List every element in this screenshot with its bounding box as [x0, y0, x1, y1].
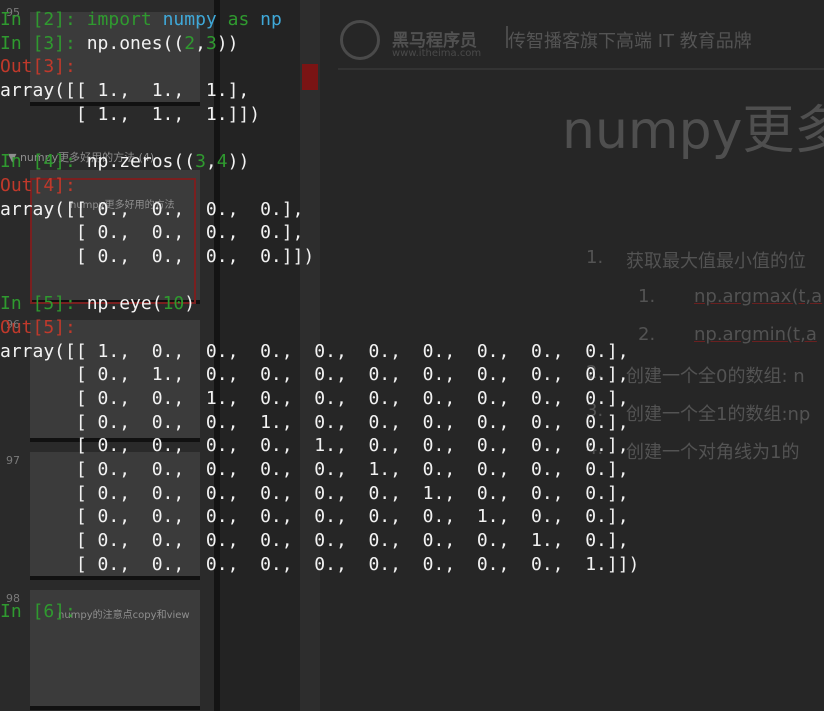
- code-token: ,: [195, 32, 206, 54]
- code-token: ,: [205, 151, 217, 173]
- output-line: [ 0., 0., 0., 0., 0., 0., 0., 0., 1., 0.…: [0, 530, 629, 552]
- input-prompt: In [3]:: [0, 32, 76, 54]
- input-prompt: In [6]:: [0, 601, 76, 623]
- input-prompt: In [5]:: [0, 293, 76, 315]
- bullet-number: 1.: [638, 286, 656, 307]
- input-line: In [6]:: [0, 600, 639, 624]
- bullet-text: 创建一个全1的数组:np: [626, 404, 811, 425]
- bullet-text: np.argmax(t,a: [694, 286, 823, 307]
- code-token: np.ones((: [86, 32, 185, 54]
- code-token: as: [227, 9, 250, 30]
- output-prompt: Out[3]:: [0, 56, 76, 78]
- output-line: [ 0., 0., 0., 0., 0., 0., 0., 0., 0., 1.…: [0, 553, 640, 575]
- output-line: [ 0., 1., 0., 0., 0., 0., 0., 0., 0., 0.…: [0, 364, 629, 386]
- code-token: np.eye(: [86, 293, 163, 315]
- bullet-number: 2.: [638, 324, 656, 345]
- code-token: 4: [216, 151, 228, 173]
- output-line: array([[ 0., 0., 0., 0.],: [0, 198, 304, 220]
- output-line: [ 0., 0., 0., 0.]]): [0, 245, 315, 267]
- bullet-text: 创建一个全0的数组: n: [626, 366, 805, 387]
- output-prompt: Out[4]:: [0, 174, 76, 196]
- output-prompt: Out[5]:: [0, 316, 76, 338]
- output-line: [ 0., 0., 0., 1., 0., 0., 0., 0., 0., 0.…: [0, 411, 629, 433]
- output-line: [ 0., 0., 0., 0., 1., 0., 0., 0., 0., 0.…: [0, 435, 629, 457]
- input-line: In [3]: np.ones((2,3)): [0, 32, 639, 56]
- output-line: [ 0., 0., 0., 0., 0., 0., 1., 0., 0., 0.…: [0, 482, 629, 504]
- output-line: [ 0., 0., 1., 0., 0., 0., 0., 0., 0., 0.…: [0, 388, 629, 409]
- output-line: array([[ 1., 0., 0., 0., 0., 0., 0., 0.,…: [0, 340, 629, 362]
- bullet-text: 创建一个对角线为1的: [626, 442, 800, 463]
- input-line: In [4]: np.zeros((3,4)): [0, 150, 639, 174]
- input-line: In [2]: import numpy as np: [0, 8, 639, 32]
- code-token: 2: [184, 32, 196, 54]
- code-token: import: [86, 9, 152, 30]
- output-line: [ 1., 1., 1.]]): [0, 103, 261, 125]
- code-token: np: [260, 9, 282, 30]
- output-line: array([[ 1., 1., 1.],: [0, 80, 250, 102]
- output-line: [ 0., 0., 0., 0.],: [0, 222, 304, 244]
- code-token: )): [216, 32, 239, 54]
- code-token: numpy: [162, 9, 217, 30]
- code-token: 3: [195, 151, 206, 173]
- input-line: In [5]: np.eye(10): [0, 292, 639, 316]
- input-prompt: In [2]:: [0, 9, 76, 30]
- bullet-text: np.argmin(t,a: [694, 324, 817, 345]
- code-token: np.zeros((: [86, 151, 196, 173]
- output-line: [ 0., 0., 0., 0., 0., 1., 0., 0., 0., 0.…: [0, 459, 629, 481]
- code-token: 3: [205, 32, 217, 54]
- input-prompt: In [4]:: [0, 151, 76, 173]
- ipython-terminal-output[interactable]: In [2]: import numpy as np In [3]: np.one…: [0, 8, 639, 624]
- code-token: 10: [162, 293, 185, 315]
- code-token: )): [227, 151, 250, 173]
- output-line: [ 0., 0., 0., 0., 0., 0., 0., 1., 0., 0.…: [0, 506, 629, 528]
- output-prompt-line: Out[3]:: [0, 55, 639, 79]
- bullet-text: 获取最大值最小值的位: [626, 251, 806, 272]
- output-prompt-line: Out[5]:: [0, 316, 639, 340]
- output-prompt-line: Out[4]:: [0, 174, 639, 198]
- code-token: ): [184, 293, 196, 315]
